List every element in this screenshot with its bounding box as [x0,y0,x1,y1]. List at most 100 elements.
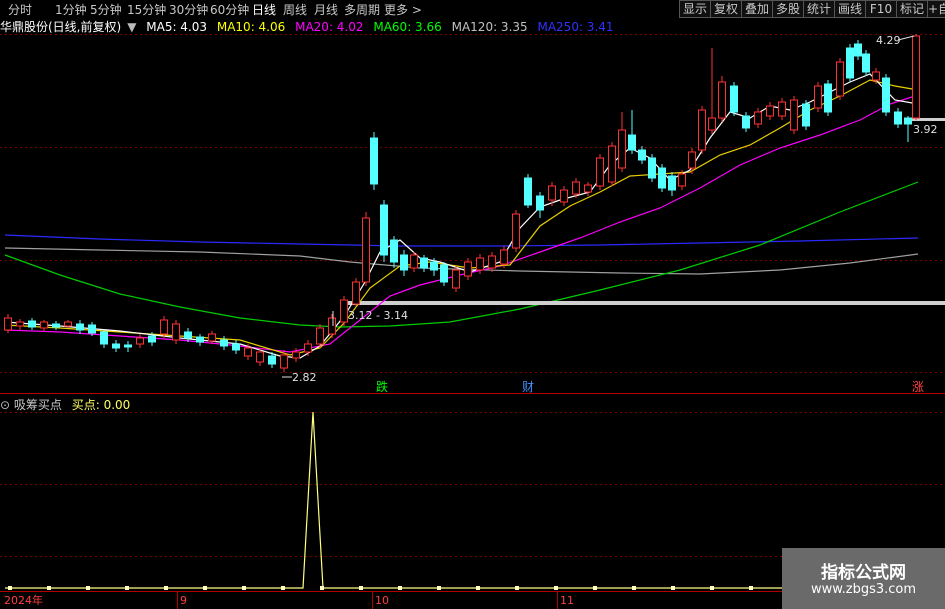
indicator-legend: ⊙ 吸筹买点 买点: 0.00 [0,396,130,412]
candle-body [208,333,216,342]
indicator-dot [710,586,714,590]
candle-body [362,217,370,283]
candle-body [16,321,24,327]
candle-body [440,264,448,283]
indicator-dot [398,586,402,590]
candle-body [172,323,180,341]
indicator-dot [515,586,519,590]
ma60-line [4,181,919,328]
candle-body [572,181,580,195]
candle-body [512,213,520,249]
low-price-label: 2.82 [292,371,317,384]
indicator-dot [671,586,675,590]
candle-body [618,129,626,169]
candle-body [708,117,716,131]
x-label-2024: 2024年 [4,593,43,607]
candle-body [668,175,676,191]
rise-marker[interactable]: 涨 [912,379,924,394]
candle-body [790,99,798,131]
candle-body [28,320,36,328]
x-label-11: 11 [560,594,574,607]
candle-body [488,255,496,269]
candle-body [846,47,854,79]
watermark: 指标公式网 www.zbgs3.com [782,548,945,609]
indicator-dot [8,586,12,590]
x-label-9: 9 [180,594,187,607]
candle-body [824,83,832,113]
indicator-dot [125,586,129,590]
candle-body [688,151,696,169]
candle-body [370,137,378,185]
indicator-dot [242,586,246,590]
candle-body [524,177,532,206]
candle-body [608,145,616,183]
candle-body [730,85,738,113]
candle-body [380,204,388,256]
candle-body [280,354,288,369]
candle-body [76,323,84,331]
indicator-dot [47,586,51,590]
candle-body [754,111,762,125]
gap-range-label: 3.12 - 3.14 [348,309,408,322]
candle-body [872,71,880,81]
candle-body [292,351,300,359]
finance-marker[interactable]: 财 [522,380,534,394]
candle-body [340,299,348,323]
candle-body [410,254,418,269]
candle-body [124,344,132,348]
candle-body [268,355,276,365]
indicator-dot [203,586,207,590]
candle-body [400,254,408,271]
indicator-dot [164,586,168,590]
last-price-label: 3.92 [913,123,938,136]
candle-body [40,321,48,329]
candle-body [500,249,508,265]
candle-body [430,261,438,271]
buy-point-value: 买点: 0.00 [71,398,131,412]
candle-body [658,167,666,189]
candle-body [912,35,920,119]
indicator-menu-icon[interactable]: ⊙ [0,398,10,412]
ma20-line [4,94,919,353]
candle-body [698,109,706,151]
candle-body [778,101,786,117]
candle-body [904,117,912,125]
candle-body [584,184,592,193]
candle-body [548,185,556,201]
candle-body [64,321,72,327]
kline-chart[interactable]: 4.29 3.92 2.82 3.12 - 3.14 跌 财 涨 2024年 9… [0,0,945,609]
fall-marker[interactable]: 跌 [376,379,388,394]
candles [4,34,920,372]
candle-body [678,173,686,187]
candle-body [536,195,544,211]
candle-body [148,335,156,343]
indicator-name[interactable]: 吸筹买点 [14,398,62,412]
indicator-dot [476,586,480,590]
indicator-dot [281,586,285,590]
indicator-dot [749,586,753,590]
candle-body [160,319,168,335]
indicator-dot [632,586,636,590]
candle-body [862,53,870,73]
x-label-10: 10 [375,594,389,607]
candle-body [638,149,646,161]
ma5-line [4,73,919,359]
candle-body [476,257,484,271]
indicator-dot [437,586,441,590]
candle-body [628,134,636,151]
candle-body [328,317,336,335]
candle-body [648,157,656,179]
indicator-dot [554,586,558,590]
candle-body [742,115,750,129]
ma10-line [4,79,919,356]
gap-zone [346,301,945,305]
candle-body [88,324,96,334]
candle-body [316,327,324,345]
candle-body [814,85,822,109]
candle-body [452,269,460,289]
candle-body [390,239,398,263]
candle-body [836,61,844,97]
candle-body [894,111,902,125]
candle-body [4,317,12,331]
candle-body [184,331,192,339]
